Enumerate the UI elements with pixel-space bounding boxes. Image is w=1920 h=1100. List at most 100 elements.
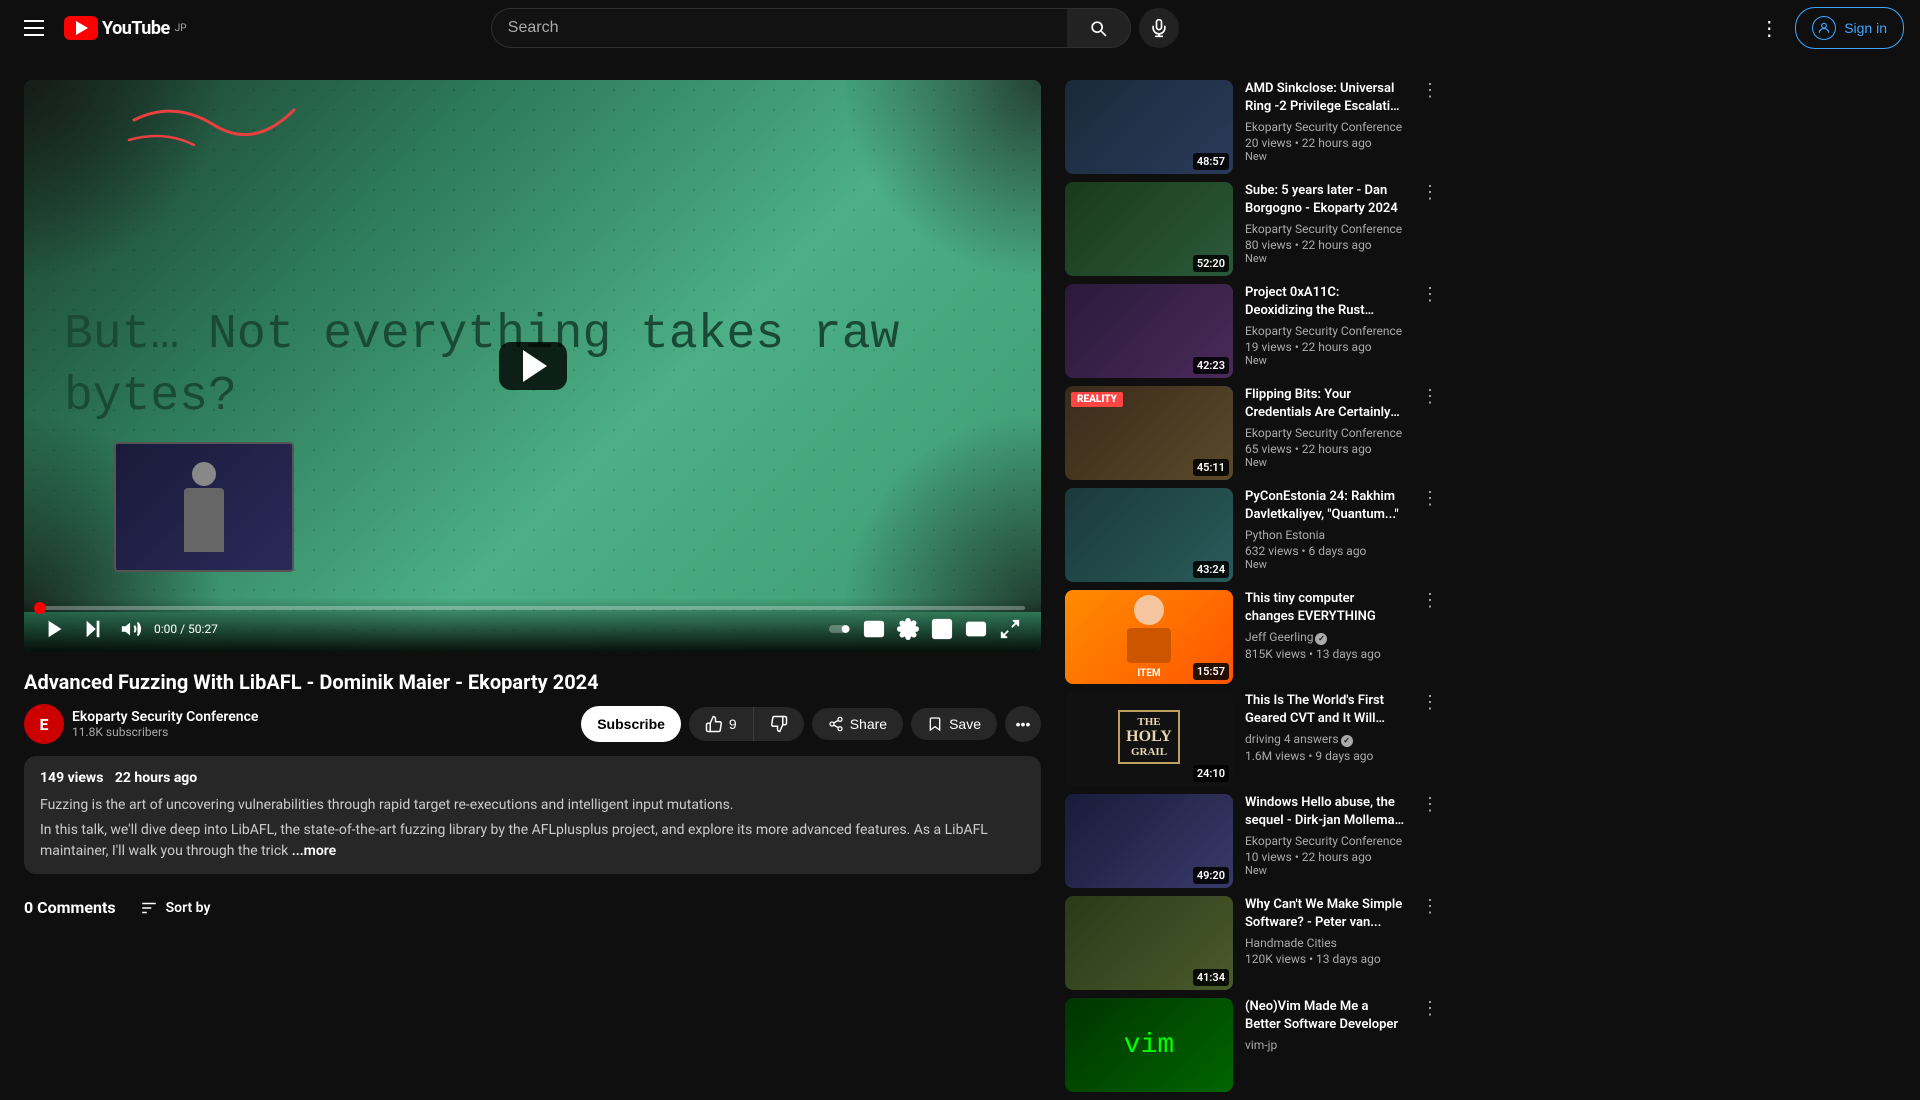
- sidebar-thumbnail: THE HOLY GRAIL 24:10: [1065, 692, 1233, 786]
- progress-bar[interactable]: [40, 606, 1025, 610]
- sidebar-item[interactable]: 41:34 Why Can't We Make Simple Software?…: [1065, 896, 1443, 990]
- sort-label: Sort by: [166, 900, 211, 916]
- sidebar-item[interactable]: vim (Neo)Vim Made Me a Better Software D…: [1065, 998, 1443, 1092]
- theater-icon: [965, 618, 987, 640]
- channel-avatar[interactable]: E: [24, 704, 64, 744]
- verified-icon: [1341, 735, 1353, 747]
- neovim-icon: vim: [1124, 1030, 1174, 1061]
- description-box[interactable]: 149 views 22 hours ago Fuzzing is the ar…: [24, 756, 1041, 874]
- save-label: Save: [949, 716, 981, 732]
- sign-in-icon: [1812, 16, 1836, 40]
- sidebar-channel-name: driving 4 answers: [1245, 732, 1405, 747]
- total-time: 50:27: [188, 622, 218, 636]
- video-player[interactable]: But… Not everything takes raw bytes?: [24, 80, 1041, 652]
- sidebar-video-title: Windows Hello abuse, the sequel - Dirk-j…: [1245, 794, 1405, 830]
- jeff-figure: ITEM: [1127, 595, 1171, 679]
- sidebar-item[interactable]: 42:23 Project 0xA11C: Deoxidizing the Ru…: [1065, 284, 1443, 378]
- sidebar-channel-name: Ekoparty Security Conference: [1245, 426, 1405, 440]
- search-input[interactable]: [491, 8, 1067, 48]
- save-icon: [927, 716, 943, 732]
- youtube-logo-icon: [64, 16, 98, 40]
- sidebar-more-button[interactable]: ⋮: [1417, 284, 1443, 305]
- like-button[interactable]: 9: [689, 707, 754, 741]
- theater-button[interactable]: [961, 614, 991, 644]
- channel-name[interactable]: Ekoparty Security Conference: [72, 709, 573, 725]
- description-short: Fuzzing is the art of uncovering vulnera…: [40, 795, 1025, 816]
- subscribe-button[interactable]: Subscribe: [581, 706, 681, 742]
- sidebar-video-info: Sube: 5 years later - Dan Borgogno - Eko…: [1241, 182, 1409, 276]
- video-duration: 15:57: [1193, 663, 1229, 680]
- search-bar: [491, 8, 1131, 48]
- volume-icon: [120, 618, 142, 640]
- sidebar-more-button[interactable]: ⋮: [1417, 488, 1443, 509]
- sidebar-item[interactable]: REALITY 45:11 Flipping Bits: Your Creden…: [1065, 386, 1443, 480]
- share-label: Share: [850, 716, 887, 732]
- youtube-logo[interactable]: YouTubeJP: [64, 16, 187, 40]
- subtitles-button[interactable]: [859, 614, 889, 644]
- mic-icon: [1149, 18, 1169, 38]
- video-duration: 52:20: [1193, 255, 1229, 272]
- show-more-link[interactable]: ...more: [292, 843, 336, 859]
- sidebar-more-button[interactable]: ⋮: [1417, 590, 1443, 611]
- sidebar-more-button[interactable]: ⋮: [1417, 692, 1443, 713]
- sidebar-video-info: AMD Sinkclose: Universal Ring -2 Privile…: [1241, 80, 1409, 174]
- holy-label: HOLY: [1126, 728, 1172, 746]
- hamburger-button[interactable]: [16, 12, 52, 44]
- sort-by-button[interactable]: Sort by: [140, 899, 211, 917]
- sidebar-more-button[interactable]: ⋮: [1417, 896, 1443, 917]
- sidebar-video-info: This Is The World's First Geared CVT and…: [1241, 692, 1409, 786]
- sidebar-item[interactable]: ITEM 15:57 This tiny computer changes EV…: [1065, 590, 1443, 684]
- controls-row: 0:00 / 50:27: [40, 614, 1025, 644]
- sidebar-video-title: Why Can't We Make Simple Software? - Pet…: [1245, 896, 1405, 932]
- sidebar-item[interactable]: 43:24 PyConEstonia 24: Rakhim Davletkali…: [1065, 488, 1443, 582]
- settings-icon: [897, 618, 919, 640]
- thumbs-down-icon: [770, 715, 788, 733]
- holy-grail-label: THE HOLY GRAIL: [1118, 710, 1180, 764]
- more-actions-button[interactable]: •••: [1005, 706, 1041, 742]
- share-icon: [828, 716, 844, 732]
- progress-dot: [34, 602, 46, 614]
- sidebar-more-button[interactable]: ⋮: [1417, 794, 1443, 815]
- sidebar-more-button[interactable]: ⋮: [1417, 182, 1443, 203]
- voice-search-button[interactable]: [1139, 8, 1179, 48]
- sort-icon: [140, 899, 158, 917]
- sidebar-item[interactable]: THE HOLY GRAIL 24:10 This Is The World's…: [1065, 692, 1443, 786]
- fullscreen-button[interactable]: [995, 614, 1025, 644]
- sign-in-button[interactable]: Sign in: [1795, 7, 1904, 49]
- settings-button[interactable]: [893, 614, 923, 644]
- header-center: [471, 8, 1199, 48]
- youtube-logo-text: YouTube: [102, 18, 170, 39]
- neovim-thumb-content: vim: [1065, 998, 1233, 1092]
- dislike-button[interactable]: [754, 707, 804, 741]
- video-duration: 43:24: [1193, 561, 1229, 578]
- sidebar-channel-name: Ekoparty Security Conference: [1245, 222, 1405, 236]
- play-button[interactable]: [40, 614, 70, 644]
- video-title: Advanced Fuzzing With LibAFL - Dominik M…: [24, 668, 1041, 696]
- search-icon: [1088, 18, 1108, 38]
- video-duration: 41:34: [1193, 969, 1229, 986]
- volume-button[interactable]: [116, 614, 146, 644]
- speaker-figure: [174, 462, 234, 552]
- search-button[interactable]: [1067, 8, 1131, 48]
- sidebar-more-button[interactable]: ⋮: [1417, 998, 1443, 1019]
- share-button[interactable]: Share: [812, 708, 903, 740]
- miniplayer-icon: [931, 618, 953, 640]
- sidebar-video-meta: 80 views • 22 hours ago: [1245, 238, 1405, 252]
- sidebar-more-button[interactable]: ⋮: [1417, 80, 1443, 101]
- more-options-button[interactable]: ⋮: [1751, 8, 1787, 49]
- sidebar-item[interactable]: 48:57 AMD Sinkclose: Universal Ring -2 P…: [1065, 80, 1443, 174]
- verified-check: [1315, 633, 1327, 645]
- play-button-overlay[interactable]: [499, 342, 567, 390]
- sidebar-item[interactable]: 52:20 Sube: 5 years later - Dan Borgogno…: [1065, 182, 1443, 276]
- sidebar-video-title: (Neo)Vim Made Me a Better Software Devel…: [1245, 998, 1405, 1034]
- sidebar-item[interactable]: 49:20 Windows Hello abuse, the sequel - …: [1065, 794, 1443, 888]
- autoplay-toggle[interactable]: [825, 614, 855, 644]
- save-button[interactable]: Save: [911, 708, 997, 740]
- sidebar-video-title: This tiny computer changes EVERYTHING: [1245, 590, 1405, 626]
- miniplayer-button[interactable]: [927, 614, 957, 644]
- video-meta: E Ekoparty Security Conference 11.8K sub…: [24, 704, 1041, 744]
- next-button[interactable]: [78, 614, 108, 644]
- sidebar-more-button[interactable]: ⋮: [1417, 386, 1443, 407]
- new-badge: New: [1245, 456, 1405, 469]
- new-badge: New: [1245, 558, 1405, 571]
